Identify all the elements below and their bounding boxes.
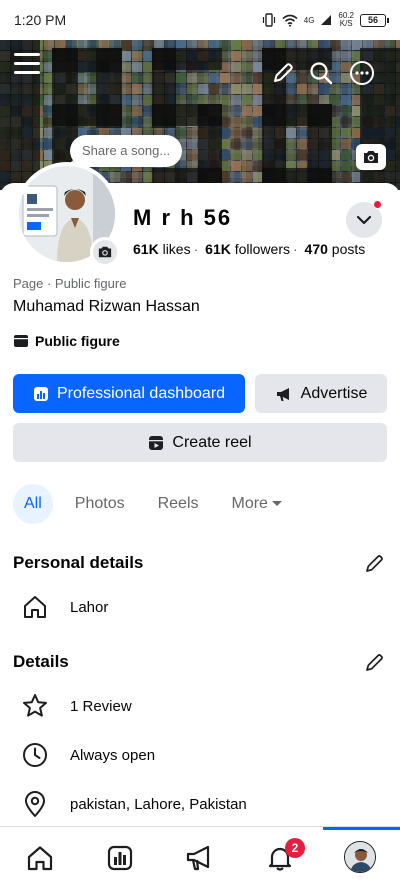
professional-dashboard-label: Professional dashboard	[56, 384, 226, 402]
tab-more-label: More	[231, 495, 268, 512]
location-row: Lahor	[20, 592, 108, 622]
camera-icon	[364, 151, 378, 163]
review-label: 1 Review	[70, 697, 132, 715]
followers-label: followers	[234, 241, 290, 257]
home-icon	[27, 846, 53, 871]
profile-stats: 61K likes · 61K followers · 470 posts	[133, 241, 366, 257]
star-icon	[23, 694, 47, 717]
dropdown-badge	[373, 200, 382, 209]
dashboard-icon	[33, 386, 48, 401]
signal-icon	[321, 15, 332, 25]
status-icons: 4G 60.2 K/S 56	[262, 12, 389, 28]
tab-more[interactable]: More	[221, 484, 294, 524]
cover-camera-button[interactable]	[356, 144, 386, 170]
details-title: Details	[13, 652, 69, 671]
address-row[interactable]: pakistan, Lahore, Pakistan	[20, 789, 247, 819]
reel-icon	[149, 435, 164, 450]
page-name: M r h 56	[133, 205, 233, 230]
vibrate-icon	[262, 13, 275, 27]
edit-personal-details-icon[interactable]	[364, 552, 386, 574]
pencil-icon[interactable]	[270, 60, 296, 86]
megaphone-icon	[186, 845, 210, 871]
likes-label: likes	[162, 241, 191, 257]
status-bar: 1:20 PM 4G 60.2 K/S 56	[0, 0, 400, 40]
share-song-bubble[interactable]: Share a song...	[70, 135, 183, 167]
review-row[interactable]: 1 Review	[20, 691, 132, 721]
public-figure-label: Public figure	[35, 333, 120, 349]
hours-label: Always open	[70, 746, 156, 764]
personal-details-title: Personal details	[13, 553, 144, 572]
nav-dashboard[interactable]	[103, 841, 137, 875]
nav-home[interactable]	[23, 841, 57, 875]
profile-tabs: All Photos Reels More	[13, 484, 305, 524]
avatar-camera-button[interactable]	[90, 237, 120, 267]
clock-icon	[23, 743, 47, 767]
network-speed: 60.2 K/S	[338, 12, 354, 28]
camera-icon	[98, 246, 112, 258]
public-figure-row: Public figure	[13, 333, 120, 349]
dashboard-icon	[107, 845, 133, 871]
tab-reels[interactable]: Reels	[147, 484, 210, 524]
posts-label: posts	[331, 241, 366, 257]
followers-count: 61K	[205, 241, 231, 257]
posts-count: 470	[304, 241, 328, 257]
tab-all[interactable]: All	[13, 484, 53, 524]
wifi-icon	[282, 14, 298, 27]
advertise-button[interactable]: Advertise	[255, 374, 387, 413]
network-speed-unit: K/S	[339, 19, 353, 28]
network-type: 4G	[303, 15, 315, 25]
create-reel-button[interactable]: Create reel	[13, 423, 387, 462]
create-reel-label: Create reel	[172, 433, 252, 451]
search-icon[interactable]	[308, 60, 334, 86]
full-name: Muhamad Rizwan Hassan	[13, 298, 200, 315]
advertise-label: Advertise	[300, 384, 368, 402]
clapper-icon	[14, 335, 28, 347]
battery-icon: 56	[360, 13, 389, 27]
edit-details-icon[interactable]	[364, 651, 386, 673]
megaphone-icon	[276, 387, 289, 401]
bottom-nav	[0, 826, 400, 888]
address-label: pakistan, Lahore, Pakistan	[70, 795, 247, 813]
status-time: 1:20 PM	[14, 12, 67, 28]
location-pin-icon	[25, 791, 45, 817]
active-tab-indicator	[323, 827, 400, 830]
home-icon	[24, 596, 46, 618]
location-label: Lahor	[70, 598, 109, 616]
professional-dashboard-button[interactable]: Professional dashboard	[13, 374, 245, 413]
menu-icon[interactable]	[14, 53, 40, 75]
chevron-down-icon	[356, 215, 372, 225]
caret-down-icon	[271, 501, 282, 506]
likes-count: 61K	[133, 241, 159, 257]
notification-badge: 2	[285, 838, 305, 858]
tab-photos[interactable]: Photos	[64, 484, 136, 524]
nav-profile-avatar[interactable]	[344, 841, 376, 873]
page-category: Page · Public figure	[13, 276, 127, 291]
more-icon[interactable]	[349, 60, 375, 86]
hours-row: Always open	[20, 740, 155, 770]
nav-ads[interactable]	[183, 841, 217, 875]
